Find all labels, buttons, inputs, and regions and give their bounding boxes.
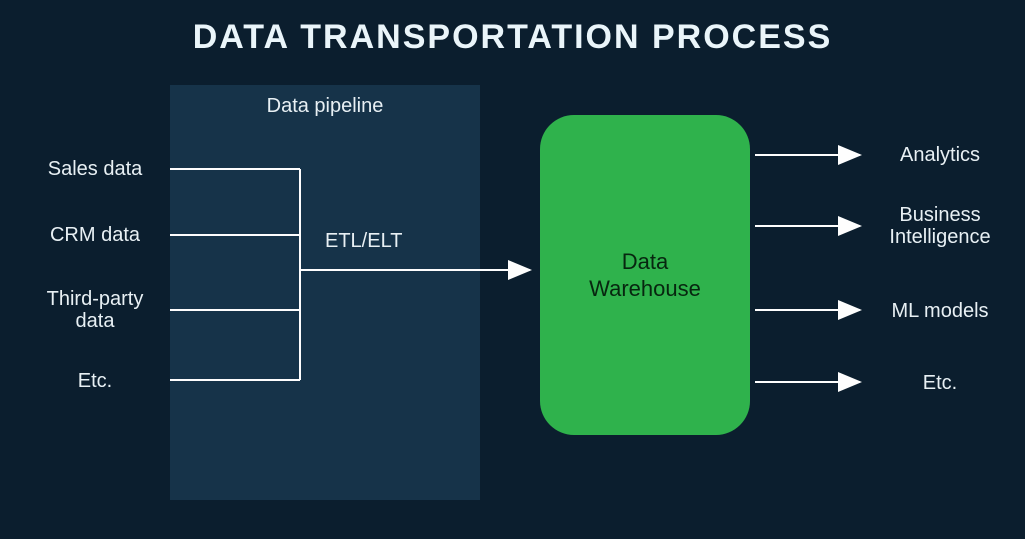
pipeline-label: Data pipeline bbox=[170, 95, 480, 118]
pipeline-box: Data pipeline bbox=[170, 85, 480, 500]
source-label-crm: CRM data bbox=[30, 224, 160, 246]
connector-overlay bbox=[0, 0, 1025, 539]
warehouse-label: DataWarehouse bbox=[589, 248, 701, 303]
source-label-etc: Etc. bbox=[30, 370, 160, 392]
source-label-sales: Sales data bbox=[30, 158, 160, 180]
diagram-stage: DATA TRANSPORTATION PROCESS Data pipelin… bbox=[0, 0, 1025, 539]
process-label: ETL/ELT bbox=[325, 230, 402, 252]
warehouse-box: DataWarehouse bbox=[540, 115, 750, 435]
diagram-title: DATA TRANSPORTATION PROCESS bbox=[0, 18, 1025, 57]
output-label-bi: Business Intelligence bbox=[870, 204, 1010, 248]
source-label-third: Third-party data bbox=[30, 288, 160, 332]
output-label-analytics: Analytics bbox=[870, 144, 1010, 166]
output-label-ml: ML models bbox=[870, 300, 1010, 322]
output-label-etc: Etc. bbox=[870, 372, 1010, 394]
